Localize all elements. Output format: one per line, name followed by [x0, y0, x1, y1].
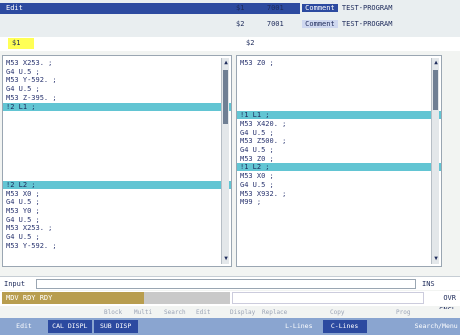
menu-key-2[interactable]: CAL DISPL: [47, 320, 92, 333]
program-pane-2[interactable]: M53 Z0 ; !1 L1 ; M53 X420. ; G4 U.5 ; M53 Z5…: [236, 55, 442, 267]
program-line[interactable]: M53 Z0 ;: [240, 59, 274, 67]
program-line[interactable]: M53 Z0 ;: [240, 155, 274, 163]
row2-program: 7001: [266, 20, 284, 28]
program-line[interactable]: G4 U.5 ;: [6, 216, 40, 224]
status-mode: MDV RDY RDY: [2, 292, 144, 304]
program-line[interactable]: M53 X0 ;: [240, 172, 274, 180]
scroll-down-icon[interactable]: ▼: [432, 254, 440, 264]
program-line[interactable]: M53 Y0 ;: [6, 207, 40, 215]
row2-comment-value: TEST-PROGRAM: [341, 20, 393, 28]
system-2-tab[interactable]: $2: [246, 38, 254, 49]
status-ovr: OVR SNGL: [439, 294, 456, 314]
program-line[interactable]: M53 Z500. ;: [240, 137, 286, 145]
pane-1-scrollbar[interactable]: ▲ ▼: [221, 58, 229, 264]
menu-top-label: Prog: [396, 309, 411, 316]
menu-key-4[interactable]: [139, 320, 183, 333]
scroll-thumb[interactable]: [433, 70, 438, 110]
system-row: $1 $2: [0, 37, 460, 51]
menu-top-label: Copy: [330, 309, 345, 316]
row1-system: $1: [236, 4, 245, 12]
scroll-up-icon[interactable]: ▲: [222, 58, 230, 68]
program-line[interactable]: M53 X253. ;: [6, 224, 52, 232]
program-line[interactable]: G4 U.5 ;: [240, 146, 274, 154]
menu-key-9[interactable]: [368, 320, 412, 333]
input-field[interactable]: [36, 279, 416, 289]
insert-mode-indicator: INS: [422, 280, 435, 288]
menu-key-7[interactable]: L-Lines: [277, 320, 321, 333]
input-row: Input INS: [0, 276, 460, 290]
row1-program: 7001: [266, 4, 284, 12]
menu-top-label: Display: [230, 309, 256, 316]
program-line[interactable]: M53 X420. ;: [240, 120, 286, 128]
program-line[interactable]: M53 X932. ;: [240, 190, 286, 198]
program-line-selected[interactable]: !2 L2 ;: [3, 180, 231, 189]
menu-top-label: Edit: [196, 309, 211, 316]
input-label: Input: [4, 280, 26, 288]
scroll-thumb[interactable]: [223, 70, 228, 124]
menu-key-8[interactable]: C-Lines: [322, 320, 367, 333]
menu-top-label: Replace: [262, 309, 288, 316]
menu-top-label: Block: [104, 309, 123, 316]
row2-system: $2: [236, 20, 245, 28]
row2-comment-label: Comment: [302, 20, 338, 28]
program-line[interactable]: M53 Y-592. ;: [6, 76, 57, 84]
header-row-1: $1 7001 Comment TEST-PROGRAM: [236, 3, 392, 13]
status-row: MDV RDY RDY OVR SNGL: [0, 291, 460, 314]
menu-top-label: Multi: [134, 309, 153, 316]
program-line[interactable]: M53 X253. ;: [6, 59, 52, 67]
program-line[interactable]: M53 Z-395. ;: [6, 94, 57, 102]
menu-top-label: Search: [164, 309, 186, 316]
program-pane-1[interactable]: M53 X253. ; G4 U.5 ; M53 Y-592. ; G4 U.5 ; M…: [2, 55, 232, 267]
system-1-tab[interactable]: $1: [8, 38, 34, 49]
status-gray-box: [144, 292, 230, 304]
program-line[interactable]: M99 ;: [240, 198, 261, 206]
program-line-selected[interactable]: !1 L1 ;: [237, 111, 441, 120]
program-line[interactable]: M53 X0 ;: [6, 190, 40, 198]
menu-key-6[interactable]: [231, 320, 275, 333]
program-line[interactable]: G4 U.5 ;: [6, 198, 40, 206]
program-line[interactable]: G4 U.5 ;: [6, 233, 40, 241]
menu-key-10[interactable]: Search/Menu: [414, 320, 458, 333]
program-line-selected[interactable]: !2 L1 ;: [3, 102, 231, 111]
program-line-selected[interactable]: !1 L2 ;: [237, 163, 441, 172]
menu-key-3[interactable]: SUB DISP: [93, 320, 138, 333]
row1-comment-value: TEST-PROGRAM: [341, 4, 393, 12]
program-line[interactable]: G4 U.5 ;: [240, 129, 274, 137]
menu-bar: Edit CAL DISPL SUB DISP L-Lines C-Lines Searc…: [0, 318, 460, 335]
scroll-up-icon[interactable]: ▲: [432, 58, 440, 68]
header-row-2: $2 7001 Comment TEST-PROGRAM: [236, 19, 392, 29]
program-line[interactable]: M53 Y-592. ;: [6, 242, 57, 250]
pane-2-scrollbar[interactable]: ▲ ▼: [431, 58, 439, 264]
menu-top-row: Block Multi Search Edit Display Replace Copy Pr…: [0, 309, 460, 317]
program-line[interactable]: G4 U.5 ;: [6, 85, 40, 93]
row1-comment-label: Comment: [302, 4, 338, 12]
menu-key-5[interactable]: [185, 320, 229, 333]
scroll-down-icon[interactable]: ▼: [222, 254, 230, 264]
program-line[interactable]: G4 U.5 ;: [6, 68, 40, 76]
status-message-box: [232, 292, 424, 304]
header: Edit $1 7001 Comment TEST-PROGRAM $2 700…: [0, 0, 460, 37]
menu-key-1[interactable]: Edit: [2, 320, 46, 333]
program-line[interactable]: G4 U.5 ;: [240, 181, 274, 189]
